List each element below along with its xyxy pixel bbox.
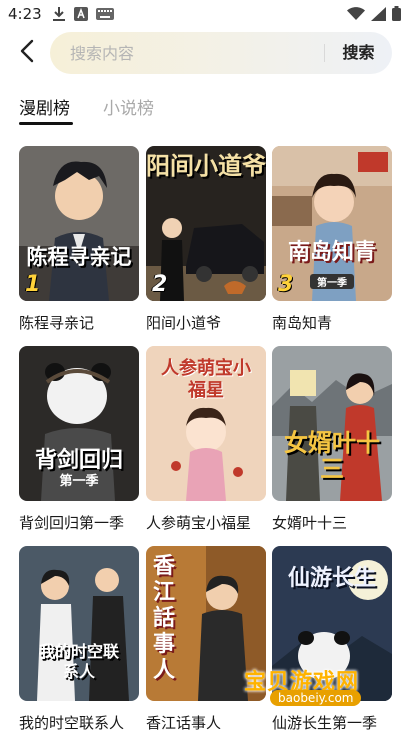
signal-icon (371, 6, 386, 25)
cover-image: 我的时空联系人 (19, 546, 139, 701)
cover-image: 南岛知青 第一季 3 (272, 146, 392, 301)
status-bar: 4:23 (0, 0, 411, 28)
rank-badge: 2 (152, 272, 168, 297)
back-button[interactable] (14, 38, 40, 68)
wifi-icon (347, 6, 365, 25)
card-title: 陈程寻亲记 (19, 314, 95, 332)
ranking-tabs: 漫剧榜 小说榜 (0, 86, 411, 130)
drama-card[interactable]: 陈程寻亲记 1 陈程寻亲记 (19, 146, 139, 332)
card-title: 阳间小道爷 (146, 314, 222, 332)
status-time: 4:23 (8, 5, 42, 23)
search-box: 搜索 (50, 32, 392, 74)
search-input[interactable] (70, 32, 320, 74)
keyboard-icon (96, 8, 114, 20)
card-title: 女婿叶十三 (272, 514, 348, 532)
cover-image: 陈程寻亲记 1 (19, 146, 139, 301)
cover-image: 背剑回归 第一季 (19, 346, 139, 501)
rank-badge: 1 (25, 272, 41, 297)
drama-card[interactable]: 人参萌宝小福星 人参萌宝小福星 (146, 346, 266, 532)
drama-card[interactable]: 女婿叶十三 女婿叶十三 (272, 346, 392, 532)
top-bar: 搜索 (0, 28, 411, 78)
drama-card[interactable]: 南岛知青 第一季 3 南岛知青 (272, 146, 392, 332)
tab-comic-drama-ranking[interactable]: 漫剧榜 (19, 94, 70, 119)
cover-image: 香江話事人 (146, 546, 266, 701)
active-tab-indicator (19, 122, 73, 125)
cover-image: 阳间小道爷 2 (146, 146, 266, 301)
cover-image: 女婿叶十三 (272, 346, 392, 501)
search-divider (324, 44, 325, 62)
battery-icon (392, 6, 401, 25)
drama-card[interactable]: 香江話事人 香江话事人 (146, 546, 266, 732)
drama-card[interactable]: 仙游长生 仙游长生第一季 (272, 546, 392, 732)
card-title: 人参萌宝小福星 (146, 514, 252, 532)
card-title: 背剑回归第一季 (19, 514, 125, 532)
tab-novel-ranking[interactable]: 小说榜 (103, 94, 154, 119)
drama-card[interactable]: 我的时空联系人 我的时空联系人 (19, 546, 139, 732)
download-icon (52, 6, 66, 22)
back-arrow-icon (20, 39, 34, 67)
card-title: 南岛知青 (272, 314, 333, 332)
rank-badge: 3 (278, 272, 294, 297)
drama-card[interactable]: 背剑回归 第一季 背剑回归第一季 (19, 346, 139, 532)
cover-image: 仙游长生 (272, 546, 392, 701)
search-button[interactable]: 搜索 (331, 32, 386, 74)
drama-card[interactable]: 阳间小道爷 2 阳间小道爷 (146, 146, 266, 332)
cover-image: 人参萌宝小福星 (146, 346, 266, 501)
font-icon (74, 7, 88, 21)
